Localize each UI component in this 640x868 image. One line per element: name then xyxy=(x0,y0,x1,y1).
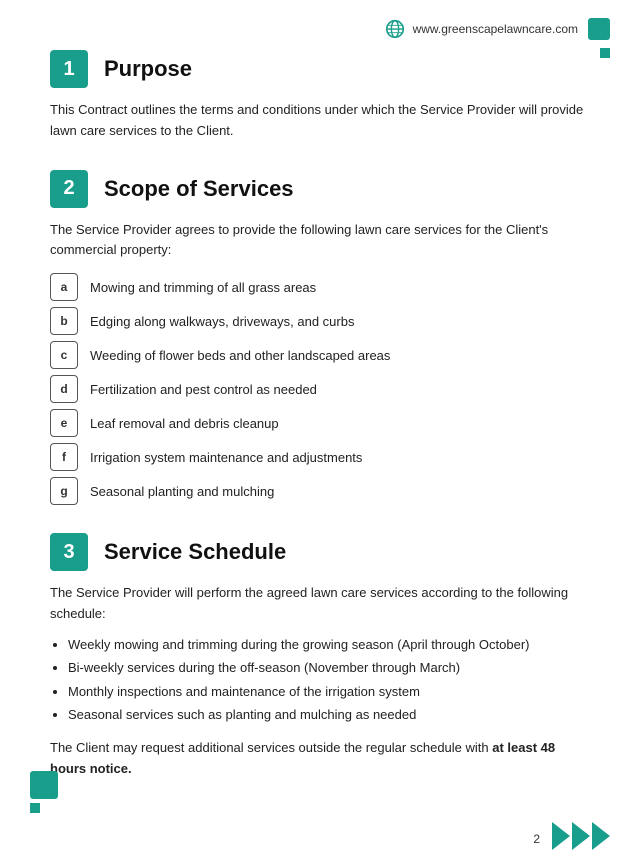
chevron-2 xyxy=(572,822,590,850)
section-3-header: 3 Service Schedule xyxy=(50,533,590,571)
service-letter: a xyxy=(50,273,78,301)
service-item: f Irrigation system maintenance and adjus… xyxy=(50,443,590,471)
globe-icon xyxy=(384,18,406,40)
notice-text: The Client may request additional servic… xyxy=(50,738,590,780)
section-2-intro: The Service Provider agrees to provide t… xyxy=(50,220,590,262)
service-text: Mowing and trimming of all grass areas xyxy=(90,280,316,295)
header: www.greenscapelawncare.com xyxy=(0,0,640,50)
corner-decoration-bottom-left xyxy=(30,771,58,813)
service-item: a Mowing and trimming of all grass areas xyxy=(50,273,590,301)
page-number: 2 xyxy=(533,832,540,846)
corner-decoration-top-right xyxy=(600,48,610,58)
service-text: Irrigation system maintenance and adjust… xyxy=(90,450,362,465)
corner-square-large xyxy=(30,771,58,799)
service-letter: f xyxy=(50,443,78,471)
service-text: Seasonal planting and mulching xyxy=(90,484,274,499)
chevrons xyxy=(552,822,610,850)
service-text: Leaf removal and debris cleanup xyxy=(90,416,279,431)
section-scope: 2 Scope of Services The Service Provider… xyxy=(50,170,590,506)
section-1-body: This Contract outlines the terms and con… xyxy=(50,100,590,142)
corner-decoration-bottom-right xyxy=(552,822,610,850)
service-item: e Leaf removal and debris cleanup xyxy=(50,409,590,437)
section-purpose: 1 Purpose This Contract outlines the ter… xyxy=(50,50,590,142)
bullet-item: Bi-weekly services during the off-season… xyxy=(68,656,590,679)
service-text: Edging along walkways, driveways, and cu… xyxy=(90,314,354,329)
corner-square-small xyxy=(30,803,40,813)
section-1-title: Purpose xyxy=(104,56,192,82)
service-letter: d xyxy=(50,375,78,403)
service-list: a Mowing and trimming of all grass areas b… xyxy=(50,273,590,505)
service-letter: g xyxy=(50,477,78,505)
section-1-number: 1 xyxy=(50,50,88,88)
schedule-bullets: Weekly mowing and trimming during the gr… xyxy=(50,633,590,727)
section-2-title: Scope of Services xyxy=(104,176,294,202)
service-item: c Weeding of flower beds and other landsc… xyxy=(50,341,590,369)
section-schedule: 3 Service Schedule The Service Provider … xyxy=(50,533,590,780)
service-letter: e xyxy=(50,409,78,437)
service-text: Fertilization and pest control as needed xyxy=(90,382,317,397)
notice-bold: at least 48 hours notice. xyxy=(50,740,555,776)
bullet-item: Weekly mowing and trimming during the gr… xyxy=(68,633,590,656)
chevron-1 xyxy=(552,822,570,850)
page-wrapper: www.greenscapelawncare.com 1 Purpose Thi… xyxy=(0,0,640,868)
header-square xyxy=(588,18,610,40)
service-letter: c xyxy=(50,341,78,369)
website-text: www.greenscapelawncare.com xyxy=(413,22,578,36)
service-text: Weeding of flower beds and other landsca… xyxy=(90,348,390,363)
chevron-3 xyxy=(592,822,610,850)
service-letter: b xyxy=(50,307,78,335)
section-2-header: 2 Scope of Services xyxy=(50,170,590,208)
section-3-title: Service Schedule xyxy=(104,539,286,565)
service-item: b Edging along walkways, driveways, and c… xyxy=(50,307,590,335)
bullet-item: Monthly inspections and maintenance of t… xyxy=(68,680,590,703)
section-3-number: 3 xyxy=(50,533,88,571)
section-2-number: 2 xyxy=(50,170,88,208)
bullet-item: Seasonal services such as planting and m… xyxy=(68,703,590,726)
section-3-intro: The Service Provider will perform the ag… xyxy=(50,583,590,625)
service-item: d Fertilization and pest control as neede… xyxy=(50,375,590,403)
service-item: g Seasonal planting and mulching xyxy=(50,477,590,505)
section-1-header: 1 Purpose xyxy=(50,50,590,88)
header-website: www.greenscapelawncare.com xyxy=(384,18,578,40)
main-content: 1 Purpose This Contract outlines the ter… xyxy=(0,50,640,780)
